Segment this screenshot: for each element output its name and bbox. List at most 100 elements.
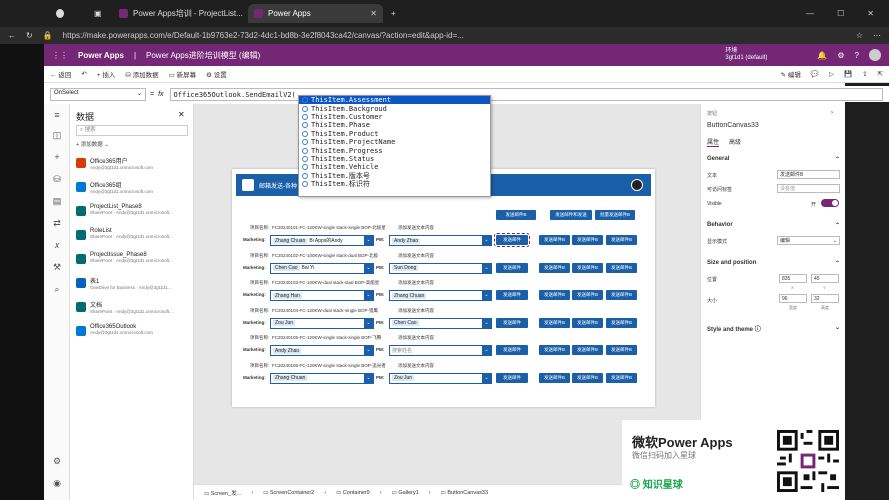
chevron-down-icon[interactable]: ⌄	[482, 346, 491, 355]
edit-button[interactable]: ✎ 编辑	[781, 69, 801, 79]
send-email-button[interactable]: 发送邮件B	[539, 317, 570, 328]
pm-combobox[interactable]: Zhang Chuan ⌄	[389, 290, 492, 301]
marketing-combobox[interactable]: Zou Jun ⌄	[270, 317, 374, 329]
list-item[interactable]: Office365用户 Andy@3gt1d1.onmicrosoft.com	[76, 156, 188, 176]
power-automate-icon[interactable]: ⇄	[51, 218, 63, 230]
tree-view-icon[interactable]: ◫	[51, 130, 63, 142]
send-email-button[interactable]: 发送邮件	[496, 345, 528, 355]
suggestion-item[interactable]: ThisItem.Status	[299, 155, 490, 163]
chevron-down-icon[interactable]: ⌄	[364, 373, 373, 383]
marketing-combobox[interactable]: Zhang Chuan ⌄	[270, 372, 374, 384]
menu-icon[interactable]: ≡	[51, 110, 63, 122]
chevron-down-icon[interactable]: ⌄	[482, 373, 491, 383]
suggestion-item[interactable]: ThisItem.Backgroud	[299, 104, 490, 113]
send-email-button[interactable]: 发送邮件B	[539, 345, 570, 355]
new-screen-button[interactable]: ▭ 新屏幕	[169, 69, 196, 79]
send-email-button[interactable]: 发送邮件	[496, 290, 528, 300]
accessible-field[interactable]: 没有值	[777, 184, 840, 193]
account-icon[interactable]: ◉	[51, 478, 63, 490]
send-email-button[interactable]: 发送邮件B	[539, 372, 570, 383]
chevron-right-icon[interactable]: ›	[831, 110, 833, 116]
suggestion-item[interactable]: ThisItem.Progress	[299, 146, 490, 155]
send-email-button[interactable]: 发送邮件B	[572, 317, 603, 328]
profile-icon[interactable]	[50, 4, 70, 23]
extensions-icon[interactable]: ⋯	[873, 31, 881, 40]
top-action-button[interactable]: 发送邮件B	[496, 210, 536, 220]
add-data-button[interactable]: + 添加数据 ⌄	[76, 140, 109, 148]
top-action-button[interactable]: 批量发送邮件B	[595, 210, 635, 220]
width-field[interactable]: 96	[779, 294, 807, 303]
send-email-button[interactable]: 发送邮件B	[606, 290, 637, 300]
send-email-button[interactable]: 发送邮件B	[572, 262, 603, 273]
save-icon[interactable]: 💾	[844, 70, 852, 78]
insert-icon[interactable]: +	[51, 152, 63, 164]
suggestion-item[interactable]: ThisItem.标识符	[299, 180, 490, 188]
environment-picker[interactable]: 环境 3gt1d1 (default)	[725, 48, 767, 62]
send-email-button[interactable]: 发送邮件B	[572, 345, 603, 355]
list-item[interactable]: 文档 SharePoint · Andy@3gt1d1.onmicrosoft..…	[76, 300, 188, 320]
suggestion-item[interactable]: ThisItem.Customer	[299, 113, 490, 121]
close-icon[interactable]: ✕	[178, 110, 185, 119]
breadcrumb-item[interactable]: ▭ Screen_发...	[204, 489, 241, 497]
text-field[interactable]: 发送邮件B	[777, 170, 840, 179]
marketing-combobox[interactable]: Andy Zhao ⌄	[270, 345, 374, 356]
tab-advanced[interactable]: 高级	[729, 137, 741, 146]
chevron-down-icon[interactable]: ⌄	[364, 291, 373, 300]
play-icon[interactable]: ▷	[829, 70, 834, 78]
breadcrumb-item[interactable]: ▭ ButtonCanvas33	[441, 490, 488, 496]
app-launcher-icon[interactable]: ⋮⋮	[52, 51, 68, 60]
marketing-combobox[interactable]: Zhang Chuan Bi Apps的Andy ⌄	[270, 235, 374, 246]
height-field[interactable]: 32	[811, 294, 839, 303]
suggestion-item[interactable]: ThisItem.ProjectName	[299, 138, 490, 146]
suggestion-item[interactable]: ThisItem.Product	[299, 130, 490, 138]
section-style-theme[interactable]: Style and theme ⓘ ⌄	[707, 324, 840, 333]
y-field[interactable]: 45	[811, 274, 839, 283]
insert-button[interactable]: + 插入	[97, 69, 116, 79]
tab-powerapps[interactable]: Power Apps ✕	[248, 4, 383, 23]
pm-combobox[interactable]: Zou Jun ⌄	[389, 372, 492, 384]
chevron-down-icon[interactable]: ⌄	[364, 263, 373, 273]
visible-toggle[interactable]	[821, 199, 839, 207]
marketing-combobox[interactable]: Chen Cao Bai Yi ⌄	[270, 262, 374, 274]
media-icon[interactable]: ▤	[51, 196, 63, 208]
back-arrow-icon[interactable]: ←	[8, 31, 16, 40]
share-icon[interactable]: ⇱	[878, 70, 883, 78]
search-icon[interactable]: ⌕	[51, 284, 63, 296]
publish-icon[interactable]: ⇪	[862, 70, 867, 78]
pm-combobox[interactable]: Sun Dong ⌄	[389, 262, 492, 274]
settings-icon[interactable]: ⚙	[837, 51, 844, 60]
help-icon[interactable]: ?	[855, 51, 859, 60]
list-item[interactable]: ProjectIssue_Phase8 SharePoint · Andy@3gt…	[76, 252, 188, 272]
send-email-button[interactable]: 发送邮件B	[539, 290, 570, 300]
chevron-down-icon[interactable]: ⌄	[364, 318, 373, 328]
chevron-down-icon[interactable]: ⌄	[364, 346, 373, 355]
back-button[interactable]: ← 返回	[50, 69, 71, 79]
send-email-button[interactable]: 发送邮件B	[606, 262, 637, 273]
list-item[interactable]: Office365组 Andy@3gt1d1.onmicrosoft.com	[76, 180, 188, 200]
send-email-button[interactable]: 发送邮件B	[572, 235, 603, 245]
marketing-combobox[interactable]: Zhang Han ⌄	[270, 290, 374, 301]
breadcrumb-item[interactable]: ▭ ScreenContainer2	[263, 490, 314, 496]
window-controls[interactable]: — ☐ ✕	[800, 4, 880, 23]
favorites-icon[interactable]: ☆	[856, 31, 863, 40]
add-data-button[interactable]: ⛁ 添加数据	[125, 69, 158, 79]
send-email-button[interactable]: 发送邮件B	[539, 262, 570, 273]
chevron-down-icon[interactable]: ⌄	[482, 291, 491, 300]
pm-combobox[interactable]: Andy Zhao ⌄	[389, 235, 492, 246]
close-window-icon[interactable]: ✕	[867, 9, 874, 18]
send-email-button[interactable]: 发送邮件B	[539, 235, 570, 245]
pm-combobox[interactable]: 搜索姓名 ⌄	[389, 345, 492, 356]
breadcrumb-item[interactable]: ▭ Gallery1	[392, 490, 419, 496]
breadcrumb-item[interactable]: ▭ Container9	[336, 490, 370, 496]
pm-combobox[interactable]: Chen Cao ⌄	[389, 317, 492, 329]
advanced-tools-icon[interactable]: ⚒	[51, 262, 63, 274]
url-field[interactable]: https://make.powerapps.com/e/Default-1b9…	[63, 31, 846, 40]
formula-input[interactable]: Office365Outlook.SendEmailV2(	[169, 87, 883, 101]
chevron-down-icon[interactable]: ⌄	[482, 318, 491, 328]
property-selector[interactable]: OnSelect ⌄	[50, 87, 146, 101]
send-email-button[interactable]: 发送邮件	[494, 233, 530, 247]
suggestion-item[interactable]: ThisItem.Phase	[299, 121, 490, 129]
top-action-button[interactable]: 发送邮件和发送	[550, 210, 592, 220]
tab-actions-icon[interactable]: ▣	[88, 4, 108, 23]
search-input[interactable]: ⌕ 搜索	[76, 125, 188, 136]
